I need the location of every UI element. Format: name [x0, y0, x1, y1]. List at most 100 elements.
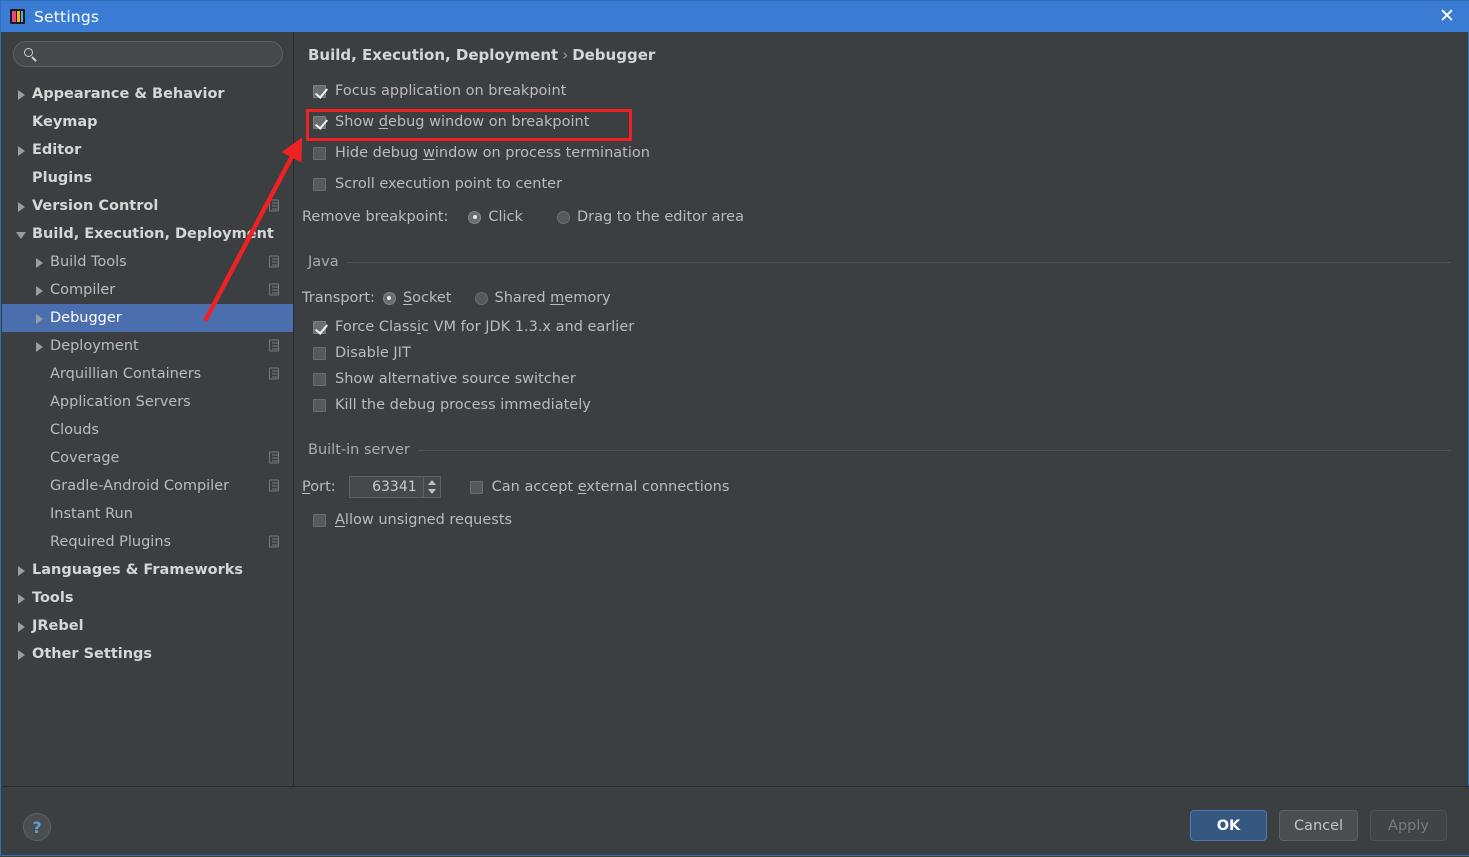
- sidebar-item-keymap[interactable]: Keymap: [2, 108, 293, 136]
- sidebar-item-jrebel[interactable]: JRebel: [2, 612, 293, 640]
- checkbox-box[interactable]: [313, 514, 326, 527]
- checkbox-box[interactable]: [313, 116, 326, 129]
- chevron-right-icon[interactable]: [34, 313, 45, 324]
- radio-remove-breakpoint-drag[interactable]: Drag to the editor area: [557, 209, 744, 225]
- radio-label: Shared memory: [495, 290, 611, 306]
- sidebar-item-clouds[interactable]: Clouds: [2, 416, 293, 444]
- sidebar-item-application-servers[interactable]: Application Servers: [2, 388, 293, 416]
- sidebar-item-label: Version Control: [32, 198, 158, 214]
- radio-transport-shared-memory[interactable]: Shared memory: [475, 290, 611, 306]
- sidebar-item-label: Compiler: [50, 282, 115, 298]
- sidebar-item-other-settings[interactable]: Other Settings: [2, 640, 293, 668]
- sidebar-item-compiler[interactable]: Compiler: [2, 276, 293, 304]
- checkbox-box[interactable]: [313, 347, 326, 360]
- checkbox-label: Kill the debug process immediately: [335, 397, 591, 413]
- sidebar-item-label: Plugins: [32, 170, 92, 186]
- radio-transport-socket[interactable]: Socket: [383, 290, 452, 306]
- checkbox-force-classic-vm[interactable]: Force Classic VM for JDK 1.3.x and earli…: [313, 319, 634, 335]
- title-bar: Settings ✕: [1, 1, 1469, 32]
- apply-button[interactable]: Apply: [1370, 810, 1447, 841]
- checkbox-allow-unsigned-requests[interactable]: Allow unsigned requests: [313, 512, 512, 528]
- section-divider: [418, 450, 1451, 451]
- chevron-right-icon[interactable]: [16, 593, 27, 604]
- chevron-right-icon[interactable]: [16, 89, 27, 100]
- chevron-down-icon[interactable]: [16, 229, 27, 240]
- checkbox-kill-debug-process-immediately[interactable]: Kill the debug process immediately: [313, 397, 591, 413]
- sidebar-item-plugins[interactable]: Plugins: [2, 164, 293, 192]
- transport-label: Transport:: [302, 290, 375, 306]
- close-icon[interactable]: ✕: [1424, 1, 1469, 32]
- search-box[interactable]: [13, 41, 283, 67]
- checkbox-show-debug-window-on-breakpoint[interactable]: Show debug window on breakpoint: [313, 114, 589, 130]
- dialog-footer: ? OK Cancel Apply: [2, 787, 1469, 855]
- sidebar-item-label: Arquillian Containers: [50, 366, 201, 382]
- tree-spacer: [34, 369, 45, 380]
- checkbox-box[interactable]: [470, 481, 483, 494]
- radio-dot[interactable]: [383, 292, 396, 305]
- sidebar-item-gradle-android-compiler[interactable]: Gradle-Android Compiler: [2, 472, 293, 500]
- stepper-up-icon[interactable]: [424, 477, 440, 487]
- checkbox-box[interactable]: [313, 178, 326, 191]
- transport-group: Transport: Socket Shared memory: [302, 290, 611, 306]
- checkbox-box[interactable]: [313, 399, 326, 412]
- sidebar-item-instant-run[interactable]: Instant Run: [2, 500, 293, 528]
- sidebar-item-debugger[interactable]: Debugger: [2, 304, 293, 332]
- breadcrumb-current: Debugger: [572, 46, 655, 64]
- checkbox-can-accept-external-connections[interactable]: Can accept external connections: [470, 479, 730, 495]
- checkbox-scroll-execution-point-to-center[interactable]: Scroll execution point to center: [313, 176, 562, 192]
- checkbox-box[interactable]: [313, 85, 326, 98]
- checkbox-box[interactable]: [313, 373, 326, 386]
- checkbox-box[interactable]: [313, 321, 326, 334]
- sidebar-item-label: Deployment: [50, 338, 139, 354]
- settings-tree: Appearance & BehaviorKeymapEditor Plugins…: [2, 80, 293, 668]
- section-title: Built-in server: [308, 442, 418, 458]
- sidebar-item-deployment[interactable]: Deployment: [2, 332, 293, 360]
- search-input[interactable]: [44, 42, 282, 66]
- sidebar-item-editor[interactable]: Editor: [2, 136, 293, 164]
- chevron-right-icon[interactable]: [16, 649, 27, 660]
- sidebar-item-build-execution-deployment[interactable]: Build, Execution, Deployment: [2, 220, 293, 248]
- project-scope-icon: [268, 340, 281, 353]
- radio-remove-breakpoint-click[interactable]: Click: [468, 209, 523, 225]
- sidebar-item-label: Required Plugins: [50, 534, 171, 550]
- checkbox-box[interactable]: [313, 147, 326, 160]
- sidebar-item-label: Coverage: [50, 450, 119, 466]
- sidebar-item-languages-frameworks[interactable]: Languages & Frameworks: [2, 556, 293, 584]
- chevron-right-icon[interactable]: [34, 285, 45, 296]
- sidebar-item-coverage[interactable]: Coverage: [2, 444, 293, 472]
- chevron-right-icon[interactable]: [16, 145, 27, 156]
- checkbox-focus-application-on-breakpoint[interactable]: Focus application on breakpoint: [313, 83, 566, 99]
- sidebar-item-version-control[interactable]: Version Control: [2, 192, 293, 220]
- port-stepper[interactable]: 63341: [349, 476, 441, 498]
- chevron-right-icon[interactable]: [16, 565, 27, 576]
- stepper-down-icon[interactable]: [424, 487, 440, 497]
- sidebar-item-build-tools[interactable]: Build Tools: [2, 248, 293, 276]
- sidebar-item-label: Application Servers: [50, 394, 191, 410]
- radio-dot[interactable]: [475, 292, 488, 305]
- checkbox-hide-debug-window-on-process-termination[interactable]: Hide debug window on process termination: [313, 145, 650, 161]
- tree-spacer: [34, 397, 45, 408]
- sidebar-item-tools[interactable]: Tools: [2, 584, 293, 612]
- checkbox-disable-jit[interactable]: Disable JIT: [313, 345, 411, 361]
- radio-dot[interactable]: [468, 211, 481, 224]
- checkbox-label: Allow unsigned requests: [335, 512, 512, 528]
- checkbox-show-alternative-source-switcher[interactable]: Show alternative source switcher: [313, 371, 576, 387]
- chevron-right-icon[interactable]: [16, 621, 27, 632]
- sidebar-item-appearance-behavior[interactable]: Appearance & Behavior: [2, 80, 293, 108]
- port-value[interactable]: 63341: [350, 477, 423, 497]
- sidebar-item-label: Languages & Frameworks: [32, 562, 243, 578]
- cancel-button[interactable]: Cancel: [1279, 810, 1358, 841]
- chevron-right-icon[interactable]: [34, 341, 45, 352]
- intellij-idea-icon: [10, 9, 25, 24]
- help-icon[interactable]: ?: [23, 813, 51, 841]
- sidebar-item-required-plugins[interactable]: Required Plugins: [2, 528, 293, 556]
- sidebar-item-arquillian-containers[interactable]: Arquillian Containers: [2, 360, 293, 388]
- project-scope-icon: [268, 452, 281, 465]
- radio-label: Drag to the editor area: [577, 209, 744, 225]
- project-scope-icon: [268, 200, 281, 213]
- radio-dot[interactable]: [557, 211, 570, 224]
- section-builtin-server: Built-in server: [308, 442, 1451, 458]
- chevron-right-icon[interactable]: [34, 257, 45, 268]
- ok-button[interactable]: OK: [1190, 810, 1267, 841]
- chevron-right-icon[interactable]: [16, 201, 27, 212]
